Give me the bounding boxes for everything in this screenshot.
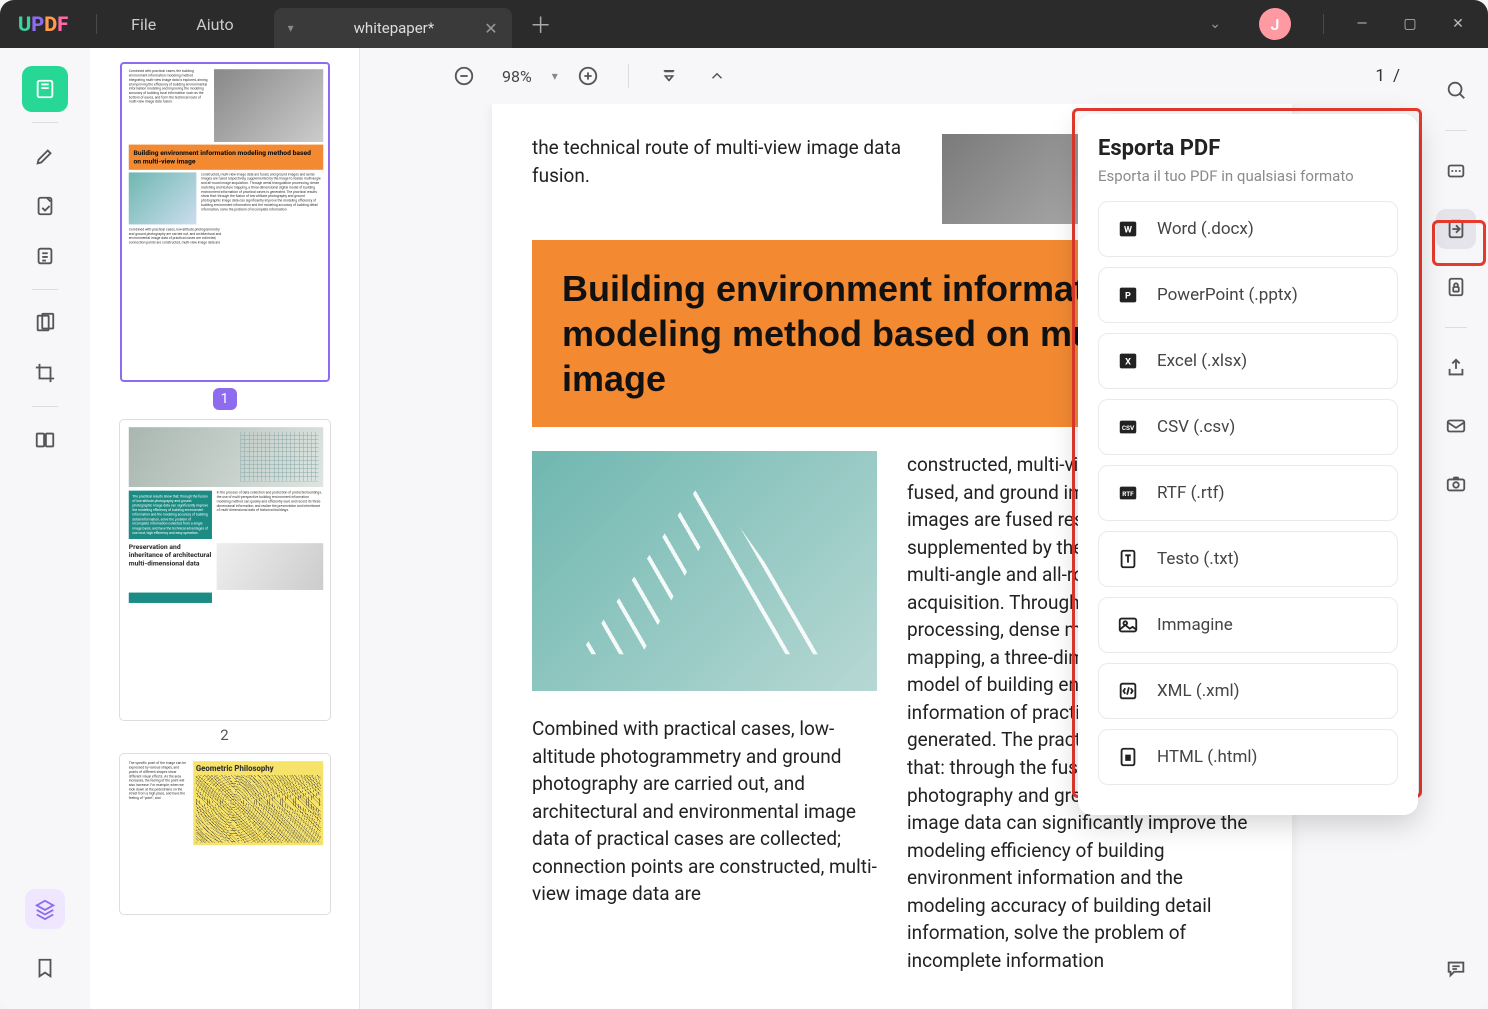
export-option-label: HTML (.html): [1157, 747, 1257, 767]
thumb-text: Combined with practical cases, low-altit…: [128, 228, 223, 246]
thumb-heading: Preservation and inheritance of architec…: [128, 543, 211, 590]
divider: [96, 14, 97, 34]
comment-button[interactable]: [1436, 949, 1476, 989]
export-subtitle: Esporta il tuo PDF in qualsiasi formato: [1098, 167, 1398, 185]
zoom-dropdown-icon[interactable]: ▾: [552, 69, 558, 83]
tool-compare[interactable]: [22, 417, 68, 463]
export-title: Esporta PDF: [1098, 136, 1398, 161]
search-button[interactable]: [1436, 70, 1476, 110]
protect-button[interactable]: [1436, 267, 1476, 307]
menu-help[interactable]: Aiuto: [176, 15, 253, 34]
word-icon: W: [1115, 216, 1141, 242]
tool-crop[interactable]: [22, 350, 68, 396]
svg-text:X: X: [1125, 358, 1131, 368]
export-option-csv[interactable]: CSV CSV (.csv): [1098, 399, 1398, 455]
excel-icon: X: [1115, 348, 1141, 374]
export-option-label: Excel (.xlsx): [1157, 351, 1247, 371]
thumb-text: constructed, multi-view image data are f…: [201, 172, 323, 224]
window-menu-caret-icon[interactable]: ⌄: [1209, 16, 1221, 32]
tool-reader[interactable]: [22, 66, 68, 112]
tool-layers[interactable]: [25, 889, 65, 929]
tab-close-icon[interactable]: ✕: [484, 19, 497, 38]
thumb-heading: Geometric Philosophy: [195, 764, 320, 773]
doc-lead: the technical route of multi-view image …: [532, 134, 912, 189]
svg-text:P: P: [1125, 292, 1131, 302]
export-option-label: CSV (.csv): [1157, 417, 1235, 437]
export-option-powerpoint[interactable]: P PowerPoint (.pptx): [1098, 267, 1398, 323]
thumb-page-number: 2: [120, 726, 330, 744]
export-option-label: XML (.xml): [1157, 681, 1240, 701]
zoom-out-button[interactable]: [446, 58, 482, 94]
svg-text:W: W: [1124, 226, 1132, 236]
thumbnail-panel: Combined with practical cases, the build…: [90, 48, 360, 1009]
export-button[interactable]: [1436, 209, 1476, 249]
tool-pages[interactable]: [22, 300, 68, 346]
xml-icon: [1115, 678, 1141, 704]
window-minimize-icon[interactable]: —: [1352, 16, 1372, 32]
export-option-excel[interactable]: X Excel (.xlsx): [1098, 333, 1398, 389]
export-option-image[interactable]: Immagine: [1098, 597, 1398, 653]
export-option-word[interactable]: W Word (.docx): [1098, 201, 1398, 257]
doc-image: [532, 451, 877, 691]
window-maximize-icon[interactable]: ▢: [1400, 16, 1420, 32]
export-option-label: Immagine: [1157, 615, 1233, 635]
screenshot-button[interactable]: [1436, 464, 1476, 504]
rtf-icon: RTF: [1115, 480, 1141, 506]
thumb-teal: The practical results show that: through…: [128, 491, 211, 539]
page-sep: /: [1393, 66, 1400, 86]
export-option-label: Testo (.txt): [1157, 549, 1239, 569]
export-option-html[interactable]: H HTML (.html): [1098, 729, 1398, 785]
export-option-label: PowerPoint (.pptx): [1157, 285, 1298, 305]
prev-page-button[interactable]: [699, 58, 735, 94]
export-option-label: Word (.docx): [1157, 219, 1254, 239]
thumb-text: The specific point of the image can be e…: [128, 761, 188, 845]
tool-bookmark[interactable]: [22, 945, 68, 991]
divider: [1323, 14, 1324, 34]
powerpoint-icon: P: [1115, 282, 1141, 308]
csv-icon: CSV: [1115, 414, 1141, 440]
svg-text:RTF: RTF: [1122, 490, 1134, 498]
titlebar: UPDF File Aiuto ▾ whitepaper* ✕ ＋ ⌄ J — …: [0, 0, 1488, 48]
export-option-xml[interactable]: XML (.xml): [1098, 663, 1398, 719]
export-popover: Esporta PDF Esporta il tuo PDF in qualsi…: [1078, 114, 1418, 815]
image-icon: [1115, 612, 1141, 638]
thumb-text: In the process of data collection and pr…: [216, 491, 323, 539]
thumb-text: Combined with practical cases, the build…: [128, 69, 208, 142]
new-tab-button[interactable]: ＋: [530, 8, 552, 40]
tab-caret-icon: ▾: [288, 21, 294, 35]
avatar[interactable]: J: [1259, 8, 1291, 40]
html-icon: H: [1115, 744, 1141, 770]
thumb-orange: Building environment information modelin…: [128, 145, 322, 170]
window-close-icon[interactable]: ✕: [1448, 16, 1468, 32]
zoom-in-button[interactable]: [570, 58, 606, 94]
first-page-button[interactable]: [651, 58, 687, 94]
viewer-toolbar: 98% ▾ 1 /: [360, 48, 1424, 104]
ocr-button[interactable]: [1436, 151, 1476, 191]
tool-outline[interactable]: [22, 233, 68, 279]
thumbnail-page-2[interactable]: The practical results show that: through…: [120, 420, 330, 744]
menu-file[interactable]: File: [111, 15, 176, 34]
export-option-text[interactable]: Testo (.txt): [1098, 531, 1398, 587]
left-tool-rail: [0, 48, 90, 1009]
zoom-value: 98%: [494, 67, 540, 86]
thumbnail-page-1[interactable]: Combined with practical cases, the build…: [120, 62, 330, 410]
tab-title: whitepaper*: [354, 19, 435, 37]
thumbnail-page-3[interactable]: The specific point of the image can be e…: [120, 754, 330, 914]
export-option-label: RTF (.rtf): [1157, 483, 1225, 503]
right-tool-rail: [1424, 48, 1488, 1009]
share-button[interactable]: [1436, 348, 1476, 388]
doc-left-para: Combined with practical cases, low-altit…: [532, 715, 877, 908]
tool-highlighter[interactable]: [22, 133, 68, 179]
export-option-rtf[interactable]: RTF RTF (.rtf): [1098, 465, 1398, 521]
svg-text:CSV: CSV: [1122, 424, 1135, 432]
thumb-page-number: 1: [213, 388, 237, 410]
page-current[interactable]: 1: [1375, 66, 1385, 86]
svg-text:H: H: [1126, 754, 1131, 762]
app-logo: UPDF: [18, 12, 68, 36]
text-icon: [1115, 546, 1141, 572]
email-button[interactable]: [1436, 406, 1476, 446]
tool-annotate[interactable]: [22, 183, 68, 229]
document-tab[interactable]: ▾ whitepaper* ✕: [274, 8, 512, 48]
